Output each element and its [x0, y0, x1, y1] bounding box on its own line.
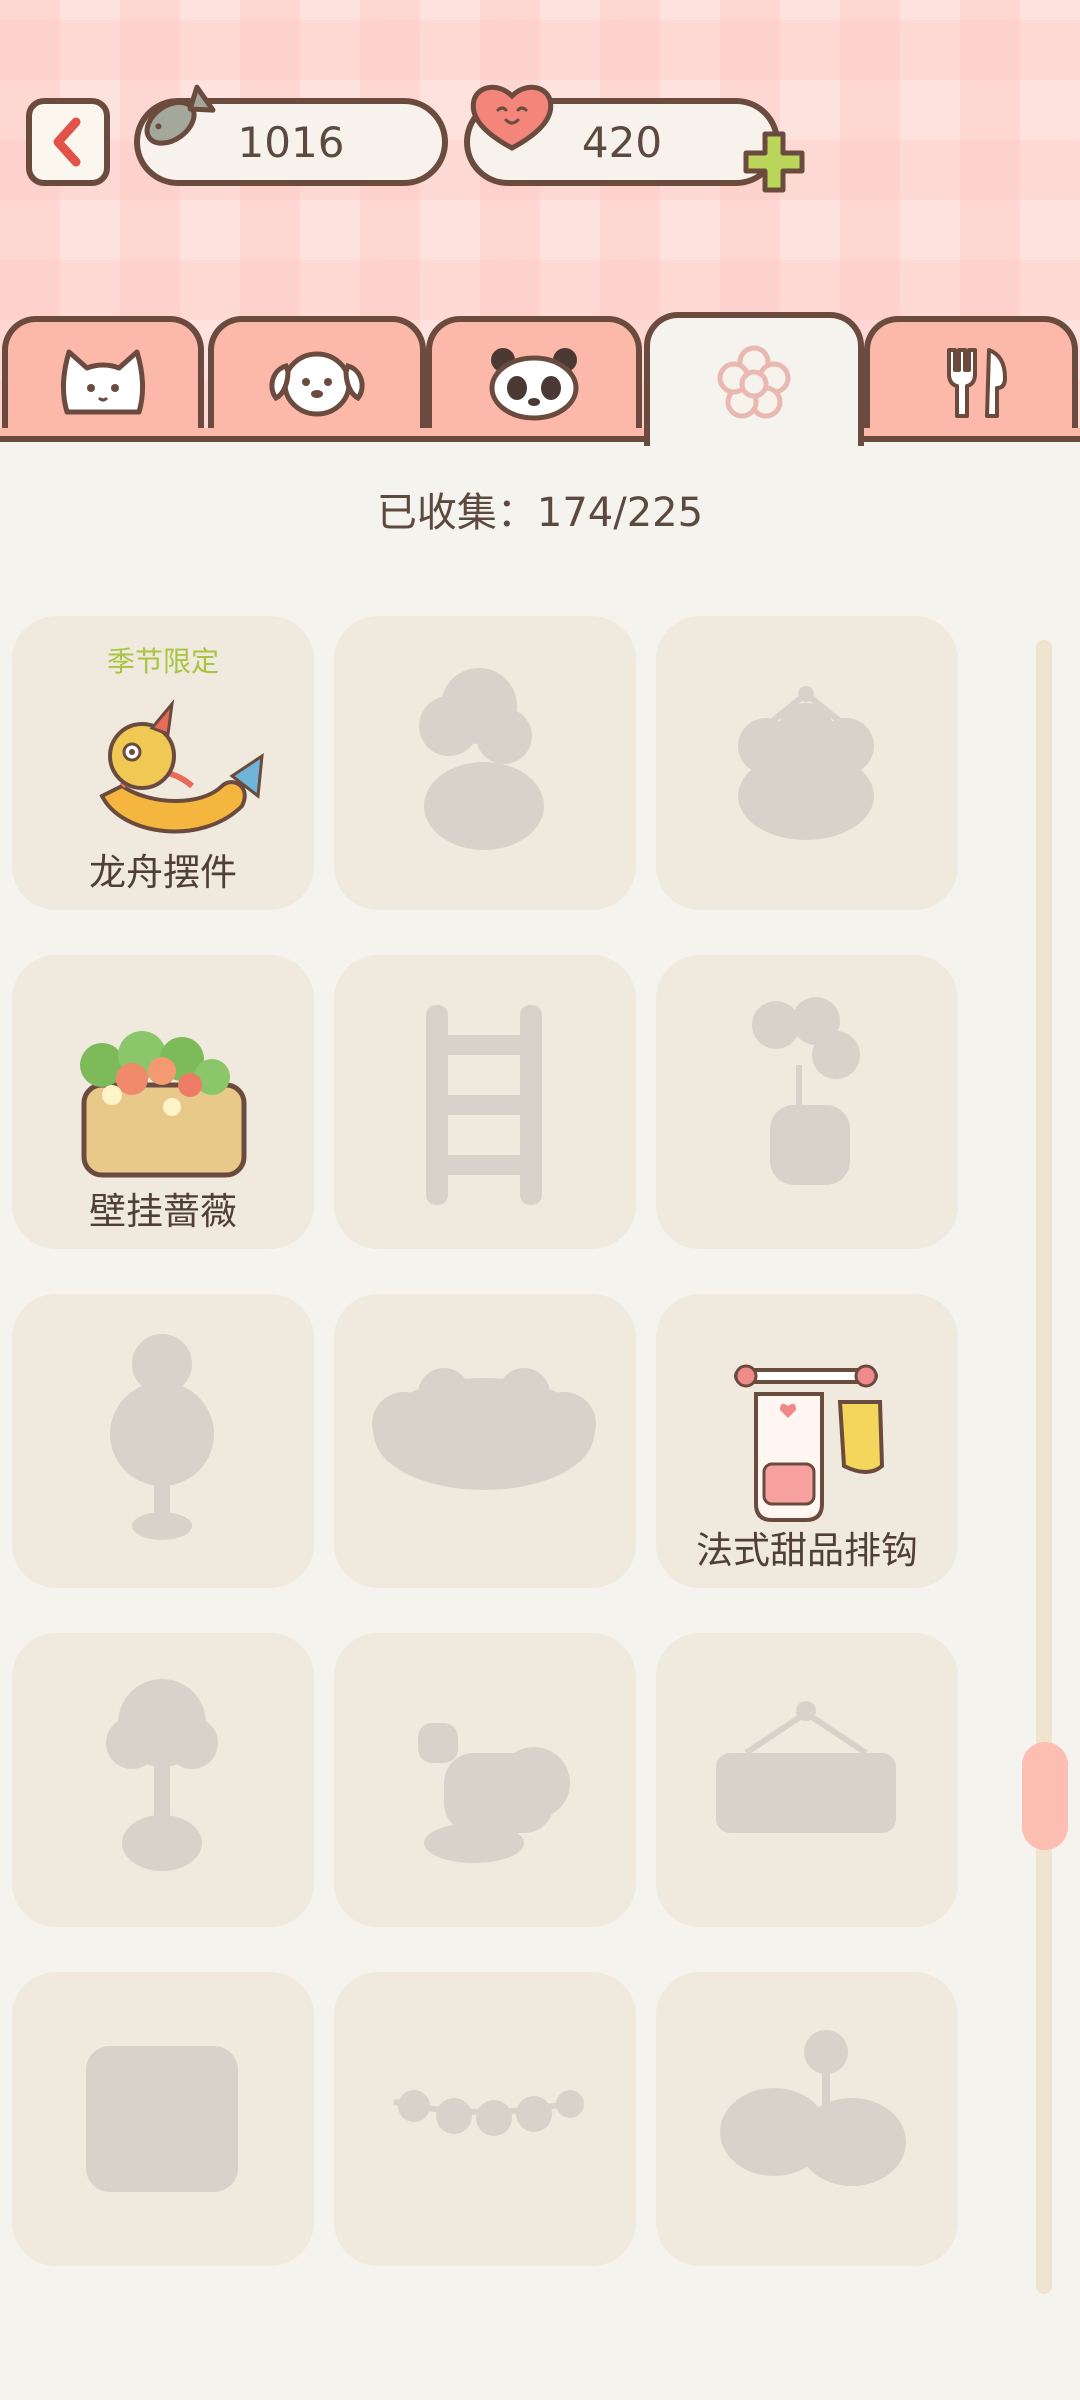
item-name: 龙舟摆件 [89, 851, 237, 894]
item-card[interactable] [656, 616, 958, 910]
fish-icon [144, 84, 216, 146]
add-hearts-button[interactable] [738, 126, 810, 198]
locked-item-silhouette [393, 2090, 584, 2136]
scrollbar-thumb[interactable] [1022, 1742, 1068, 1850]
item-card[interactable] [12, 1633, 314, 1927]
flower-icon [717, 345, 791, 419]
locked-item-silhouette [720, 2030, 906, 2186]
collection-counter: 已收集：174/225 [376, 490, 704, 536]
item-card[interactable] [12, 1972, 314, 2266]
item-card[interactable] [334, 616, 636, 910]
item-card[interactable] [656, 955, 958, 1249]
scrollbar-track[interactable] [1036, 640, 1052, 2294]
utensils-icon [947, 348, 1007, 418]
fish-count: 1016 [237, 117, 345, 167]
locked-item-silhouette [110, 1334, 214, 1540]
panda-icon [489, 348, 579, 421]
item-card[interactable] [12, 1294, 314, 1588]
category-tabs [0, 312, 1080, 446]
seasonal-tag: 季节限定 [106, 645, 219, 678]
tab-furniture[interactable] [644, 312, 864, 446]
tab-dogs[interactable] [208, 316, 426, 442]
locked-item-silhouette [106, 1679, 218, 1871]
locked-item-silhouette [738, 686, 874, 840]
chevron-left-icon [53, 117, 81, 167]
locked-item-silhouette [372, 1368, 596, 1490]
locked-item-silhouette [419, 668, 544, 850]
locked-item-silhouette [86, 2046, 238, 2192]
item-card[interactable]: 法式甜品排钩 [656, 1294, 958, 1588]
cat-icon [60, 349, 146, 415]
heart-count: 420 [581, 117, 663, 167]
item-card[interactable] [656, 1972, 958, 2266]
item-card[interactable]: 季节限定 龙舟摆件 [12, 616, 314, 910]
item-card[interactable] [334, 955, 636, 1249]
item-card[interactable] [334, 1972, 636, 2266]
item-card[interactable] [656, 1633, 958, 1927]
tab-pandas[interactable] [426, 316, 642, 442]
item-card[interactable] [334, 1294, 636, 1588]
item-card[interactable] [334, 1633, 636, 1927]
tab-food[interactable] [864, 316, 1078, 442]
back-button[interactable] [26, 98, 110, 186]
item-card[interactable]: 壁挂蔷薇 [12, 955, 314, 1249]
tab-cats[interactable] [2, 316, 204, 442]
locked-item-silhouette [426, 1005, 542, 1205]
item-name: 法式甜品排钩 [696, 1529, 918, 1572]
locked-item-silhouette [418, 1723, 570, 1863]
locked-item-silhouette [752, 997, 860, 1185]
item-name: 壁挂蔷薇 [89, 1190, 237, 1233]
locked-item-silhouette [716, 1701, 896, 1833]
heart-icon [470, 84, 554, 151]
dog-icon [269, 351, 365, 417]
